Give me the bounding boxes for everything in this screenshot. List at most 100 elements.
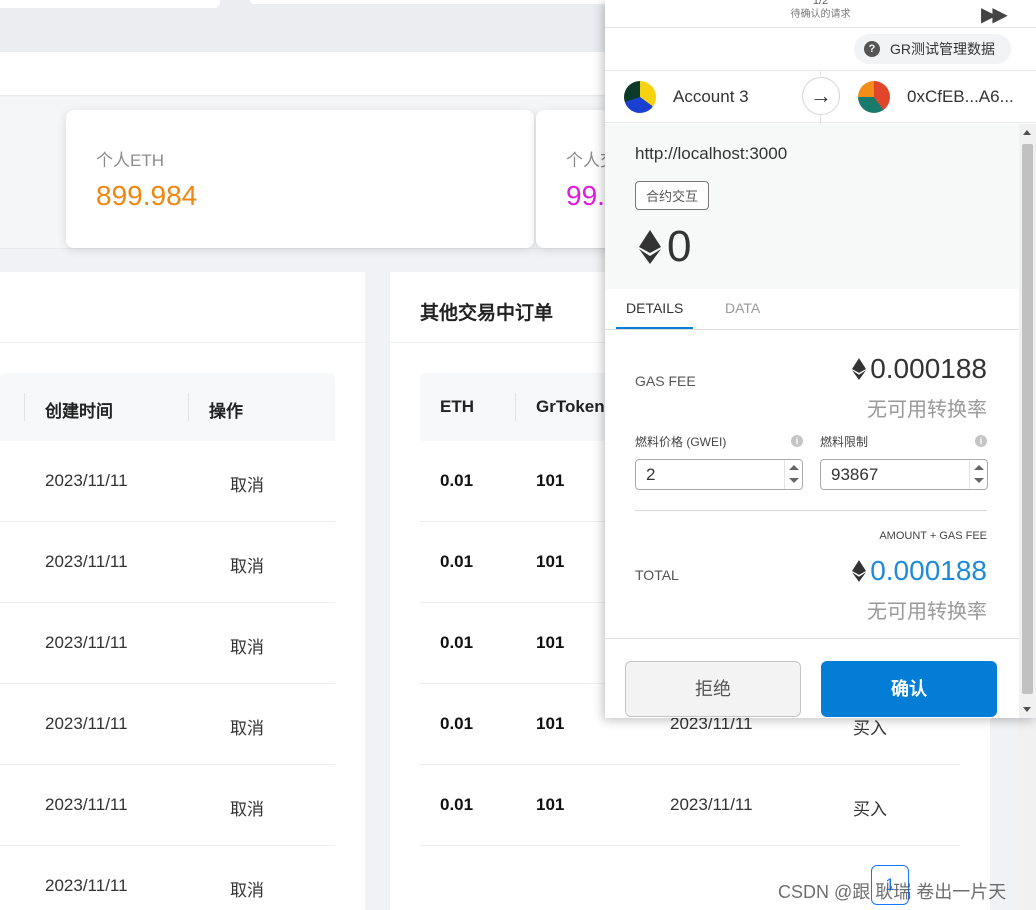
cell-time: 2023/11/11 xyxy=(45,795,128,814)
confirm-button[interactable]: 确认 xyxy=(821,661,997,717)
scrollbar-thumb[interactable] xyxy=(1022,144,1033,694)
top-pill-left xyxy=(0,0,220,8)
network-badge[interactable]: ? GR测试管理数据 xyxy=(854,34,1011,64)
gas-limit-value: 93867 xyxy=(831,465,879,484)
gas-price-input[interactable]: 2 xyxy=(635,459,803,490)
cancel-link[interactable]: 取消 xyxy=(230,795,264,820)
action-footer: 拒绝 确认 xyxy=(605,638,1019,718)
origin-url: http://localhost:3000 xyxy=(635,144,788,163)
panel-divider xyxy=(0,342,365,343)
amount-value: 0 xyxy=(667,222,692,271)
to-account-avatar xyxy=(858,81,890,113)
table-row: 2023/11/11 取消 xyxy=(0,684,335,765)
stat-card-eth: 个人ETH 899.984 xyxy=(66,110,534,248)
cell-eth: 0.01 xyxy=(440,471,474,490)
to-account-address[interactable]: 0xCfEB...A6... xyxy=(907,87,1014,107)
gas-fee-value: 0.000188 xyxy=(852,353,987,385)
cell-eth: 0.01 xyxy=(440,714,474,733)
gas-limit-label: 燃料限制 xyxy=(820,435,869,449)
from-account-avatar xyxy=(624,81,656,113)
cancel-link[interactable]: 取消 xyxy=(230,876,264,901)
table-row: 2023/11/11 取消 xyxy=(0,522,335,603)
cell-token: 101 xyxy=(536,552,565,571)
stat-label: 个人ETH xyxy=(96,151,164,170)
column-separator xyxy=(24,393,25,421)
next-request-icon[interactable]: ▶▶ xyxy=(981,2,1008,27)
cancel-link[interactable]: 取消 xyxy=(230,552,264,577)
table-row: 0.01 101 2023/11/11 买入 xyxy=(420,765,960,846)
total-value: 0.000188 xyxy=(852,555,987,587)
table-row: 2023/11/11 取消 xyxy=(0,765,335,846)
cell-token: 101 xyxy=(536,795,565,814)
method-badge: 合约交互 xyxy=(635,181,710,210)
my-orders-table-header: 创建时间 操作 xyxy=(0,373,335,441)
cancel-link[interactable]: 取消 xyxy=(230,471,264,496)
gas-limit-stepper[interactable] xyxy=(969,460,987,489)
gas-fee-amount: 0.000188 xyxy=(870,353,987,384)
queue-label: 待确认的请求 xyxy=(790,9,851,20)
transaction-summary: http://localhost:3000 合约交互 0 xyxy=(605,124,1019,289)
cell-token: 101 xyxy=(536,714,565,733)
tab-data[interactable]: DATA xyxy=(725,300,760,316)
gas-limit-input[interactable]: 93867 xyxy=(820,459,988,490)
column-header-created-time: 创建时间 xyxy=(45,402,113,421)
info-icon[interactable]: i xyxy=(975,435,987,447)
buy-link[interactable]: 买入 xyxy=(853,795,887,820)
queue-count: 1/2 xyxy=(812,0,829,7)
column-separator xyxy=(515,393,516,421)
network-name: GR测试管理数据 xyxy=(890,41,995,57)
popup-scrollbar[interactable] xyxy=(1019,124,1036,718)
eth-icon xyxy=(852,560,867,582)
confirmation-queue-bar: 1/2 待确认的请求 ▶▶ xyxy=(605,0,1036,28)
cell-time: 2023/11/11 xyxy=(45,633,128,652)
active-tab-indicator xyxy=(616,327,693,329)
total-amount: 0.000188 xyxy=(870,555,987,586)
gas-price-stepper[interactable] xyxy=(784,460,802,489)
cell-token: 101 xyxy=(536,471,565,490)
cell-time: 2023/11/11 xyxy=(45,876,128,895)
eth-icon xyxy=(639,230,661,264)
metamask-popup: 1/2 待确认的请求 ▶▶ ? GR测试管理数据 Account 3 → 0xC… xyxy=(605,0,1036,718)
cell-eth: 0.01 xyxy=(440,552,474,571)
cell-time: 2023/11/11 xyxy=(45,471,128,490)
info-icon[interactable]: i xyxy=(791,435,803,447)
detail-tabs: DETAILS DATA xyxy=(605,289,1019,330)
cell-eth: 0.01 xyxy=(440,633,474,652)
table-row: 2023/11/11 取消 xyxy=(0,846,335,910)
column-header-eth: ETH xyxy=(440,397,474,416)
gas-price-value: 2 xyxy=(646,465,656,484)
details-content: GAS FEE 0.000188 无可用转换率 燃料价格 (GWEI) i 2 … xyxy=(605,331,1019,638)
table-row: 2023/11/11 取消 xyxy=(0,441,335,522)
scroll-down-icon[interactable] xyxy=(1023,707,1031,712)
gas-fee-label: GAS FEE xyxy=(635,373,696,389)
table-row: 2023/11/11 取消 xyxy=(0,603,335,684)
cancel-link[interactable]: 取消 xyxy=(230,633,264,658)
stat-value: 899.984 xyxy=(96,180,198,211)
top-pill-center xyxy=(250,0,610,4)
cancel-link[interactable]: 取消 xyxy=(230,714,264,739)
divider xyxy=(635,510,987,511)
stat-value: 99. xyxy=(566,180,605,211)
column-header-action: 操作 xyxy=(209,402,243,421)
eth-icon xyxy=(852,358,867,380)
from-account-name[interactable]: Account 3 xyxy=(673,87,749,107)
reject-button[interactable]: 拒绝 xyxy=(625,661,801,717)
cell-time: 2023/11/11 xyxy=(45,552,128,571)
transaction-amount: 0 xyxy=(639,222,691,272)
total-label: TOTAL xyxy=(635,567,679,583)
tab-details[interactable]: DETAILS xyxy=(626,300,683,316)
page-scrollbar[interactable] xyxy=(1018,720,1036,910)
cell-eth: 0.01 xyxy=(440,795,474,814)
help-icon: ? xyxy=(864,41,880,57)
scroll-up-icon[interactable] xyxy=(1023,130,1031,135)
network-row: ? GR测试管理数据 xyxy=(605,28,1036,70)
amount-plus-gas-caption: AMOUNT + GAS FEE xyxy=(879,530,987,542)
arrow-right-icon: → xyxy=(802,77,840,115)
my-orders-panel: 创建时间 操作 2023/11/11 取消 2023/11/11 取消 2023… xyxy=(0,272,365,910)
panel-title: 其他交易中订单 xyxy=(420,303,554,324)
cell-time: 2023/11/11 xyxy=(45,714,128,733)
watermark: CSDN @跟 耿瑞 卷出一片天 xyxy=(778,882,1007,902)
column-separator xyxy=(188,393,189,421)
total-conversion: 无可用转换率 xyxy=(867,601,987,623)
sender-recipient-row: Account 3 → 0xCfEB...A6... xyxy=(605,70,1036,124)
